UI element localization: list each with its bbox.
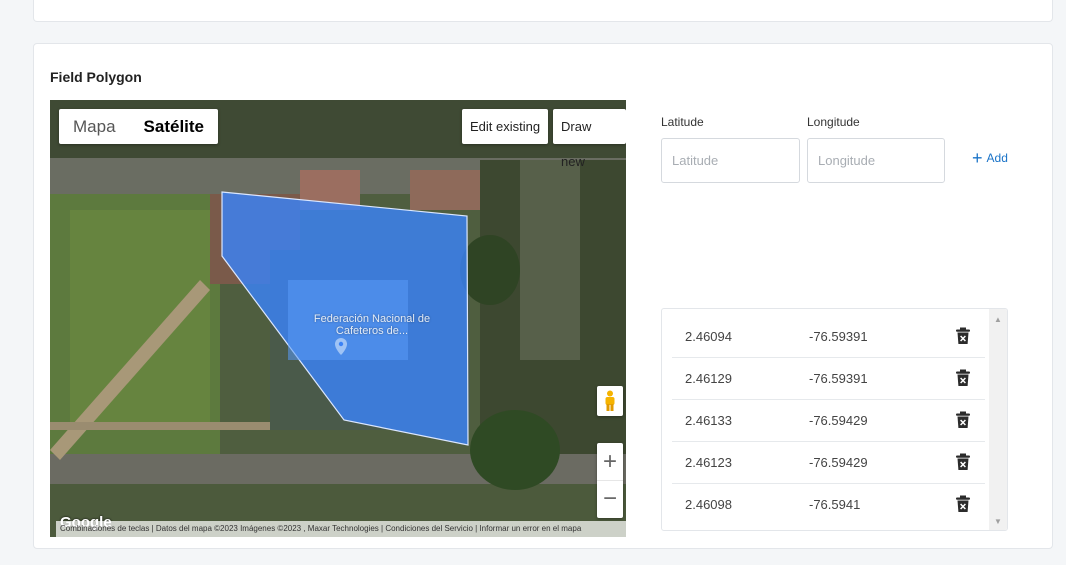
street-view-pegman[interactable] — [597, 386, 623, 416]
coordinate-row: 2.46098 -76.5941 — [672, 484, 985, 526]
row-longitude: -76.59429 — [809, 413, 868, 428]
coordinates-list[interactable]: 2.46094 -76.59391 2.46129 -76.59391 2.46… — [661, 308, 1008, 531]
row-latitude: 2.46133 — [685, 413, 732, 428]
map-type-mapa[interactable]: Mapa — [59, 109, 130, 144]
satellite-map[interactable]: Mapa Satélite Edit existing Draw new Fed… — [50, 100, 626, 537]
row-longitude: -76.5941 — [809, 497, 861, 512]
trash-icon[interactable] — [955, 327, 971, 345]
coordinate-row: 2.46129 -76.59391 — [672, 358, 985, 400]
map-attribution[interactable]: Combinaciones de teclas | Datos del mapa… — [56, 521, 626, 537]
trash-icon[interactable] — [955, 453, 971, 471]
longitude-input[interactable] — [807, 138, 945, 183]
plus-icon: + — [972, 148, 983, 168]
row-longitude: -76.59391 — [809, 371, 868, 386]
section-title: Field Polygon — [50, 69, 142, 85]
coordinate-row: 2.46094 -76.59391 — [672, 316, 985, 358]
zoom-out-button[interactable]: − — [597, 480, 623, 517]
scroll-up-icon[interactable]: ▲ — [994, 315, 1002, 324]
list-scrollbar[interactable]: ▲ ▼ — [989, 309, 1007, 530]
coordinate-row: 2.46123 -76.59429 — [672, 442, 985, 484]
row-latitude: 2.46129 — [685, 371, 732, 386]
place-label: Federación Nacional de Cafeteros de... — [313, 313, 431, 337]
add-label: Add — [986, 151, 1008, 165]
row-longitude: -76.59429 — [809, 455, 868, 470]
edit-existing-button[interactable]: Edit existing — [462, 109, 549, 144]
map-type-control: Mapa Satélite — [59, 109, 219, 144]
trash-icon[interactable] — [955, 369, 971, 387]
longitude-label: Longitude — [807, 115, 860, 129]
draw-new-button[interactable]: Draw new — [553, 109, 626, 169]
latitude-label: Latitude — [661, 115, 704, 129]
row-latitude: 2.46123 — [685, 455, 732, 470]
scroll-down-icon[interactable]: ▼ — [994, 517, 1002, 526]
trash-icon[interactable] — [955, 411, 971, 429]
map-type-satelite[interactable]: Satélite — [130, 109, 218, 144]
zoom-in-button[interactable]: + — [597, 443, 623, 480]
previous-card — [33, 0, 1053, 22]
zoom-control: + − — [597, 443, 623, 518]
trash-icon[interactable] — [955, 495, 971, 513]
row-latitude: 2.46098 — [685, 497, 732, 512]
latitude-input[interactable] — [661, 138, 800, 183]
row-latitude: 2.46094 — [685, 329, 732, 344]
field-polygon-card: Field Polygon Mapa Satélite Edit existin… — [33, 43, 1053, 549]
coordinate-row: 2.46133 -76.59429 — [672, 400, 985, 442]
row-longitude: -76.59391 — [809, 329, 868, 344]
add-coordinate-button[interactable]: + Add — [972, 148, 1008, 168]
pegman-icon — [605, 390, 615, 411]
